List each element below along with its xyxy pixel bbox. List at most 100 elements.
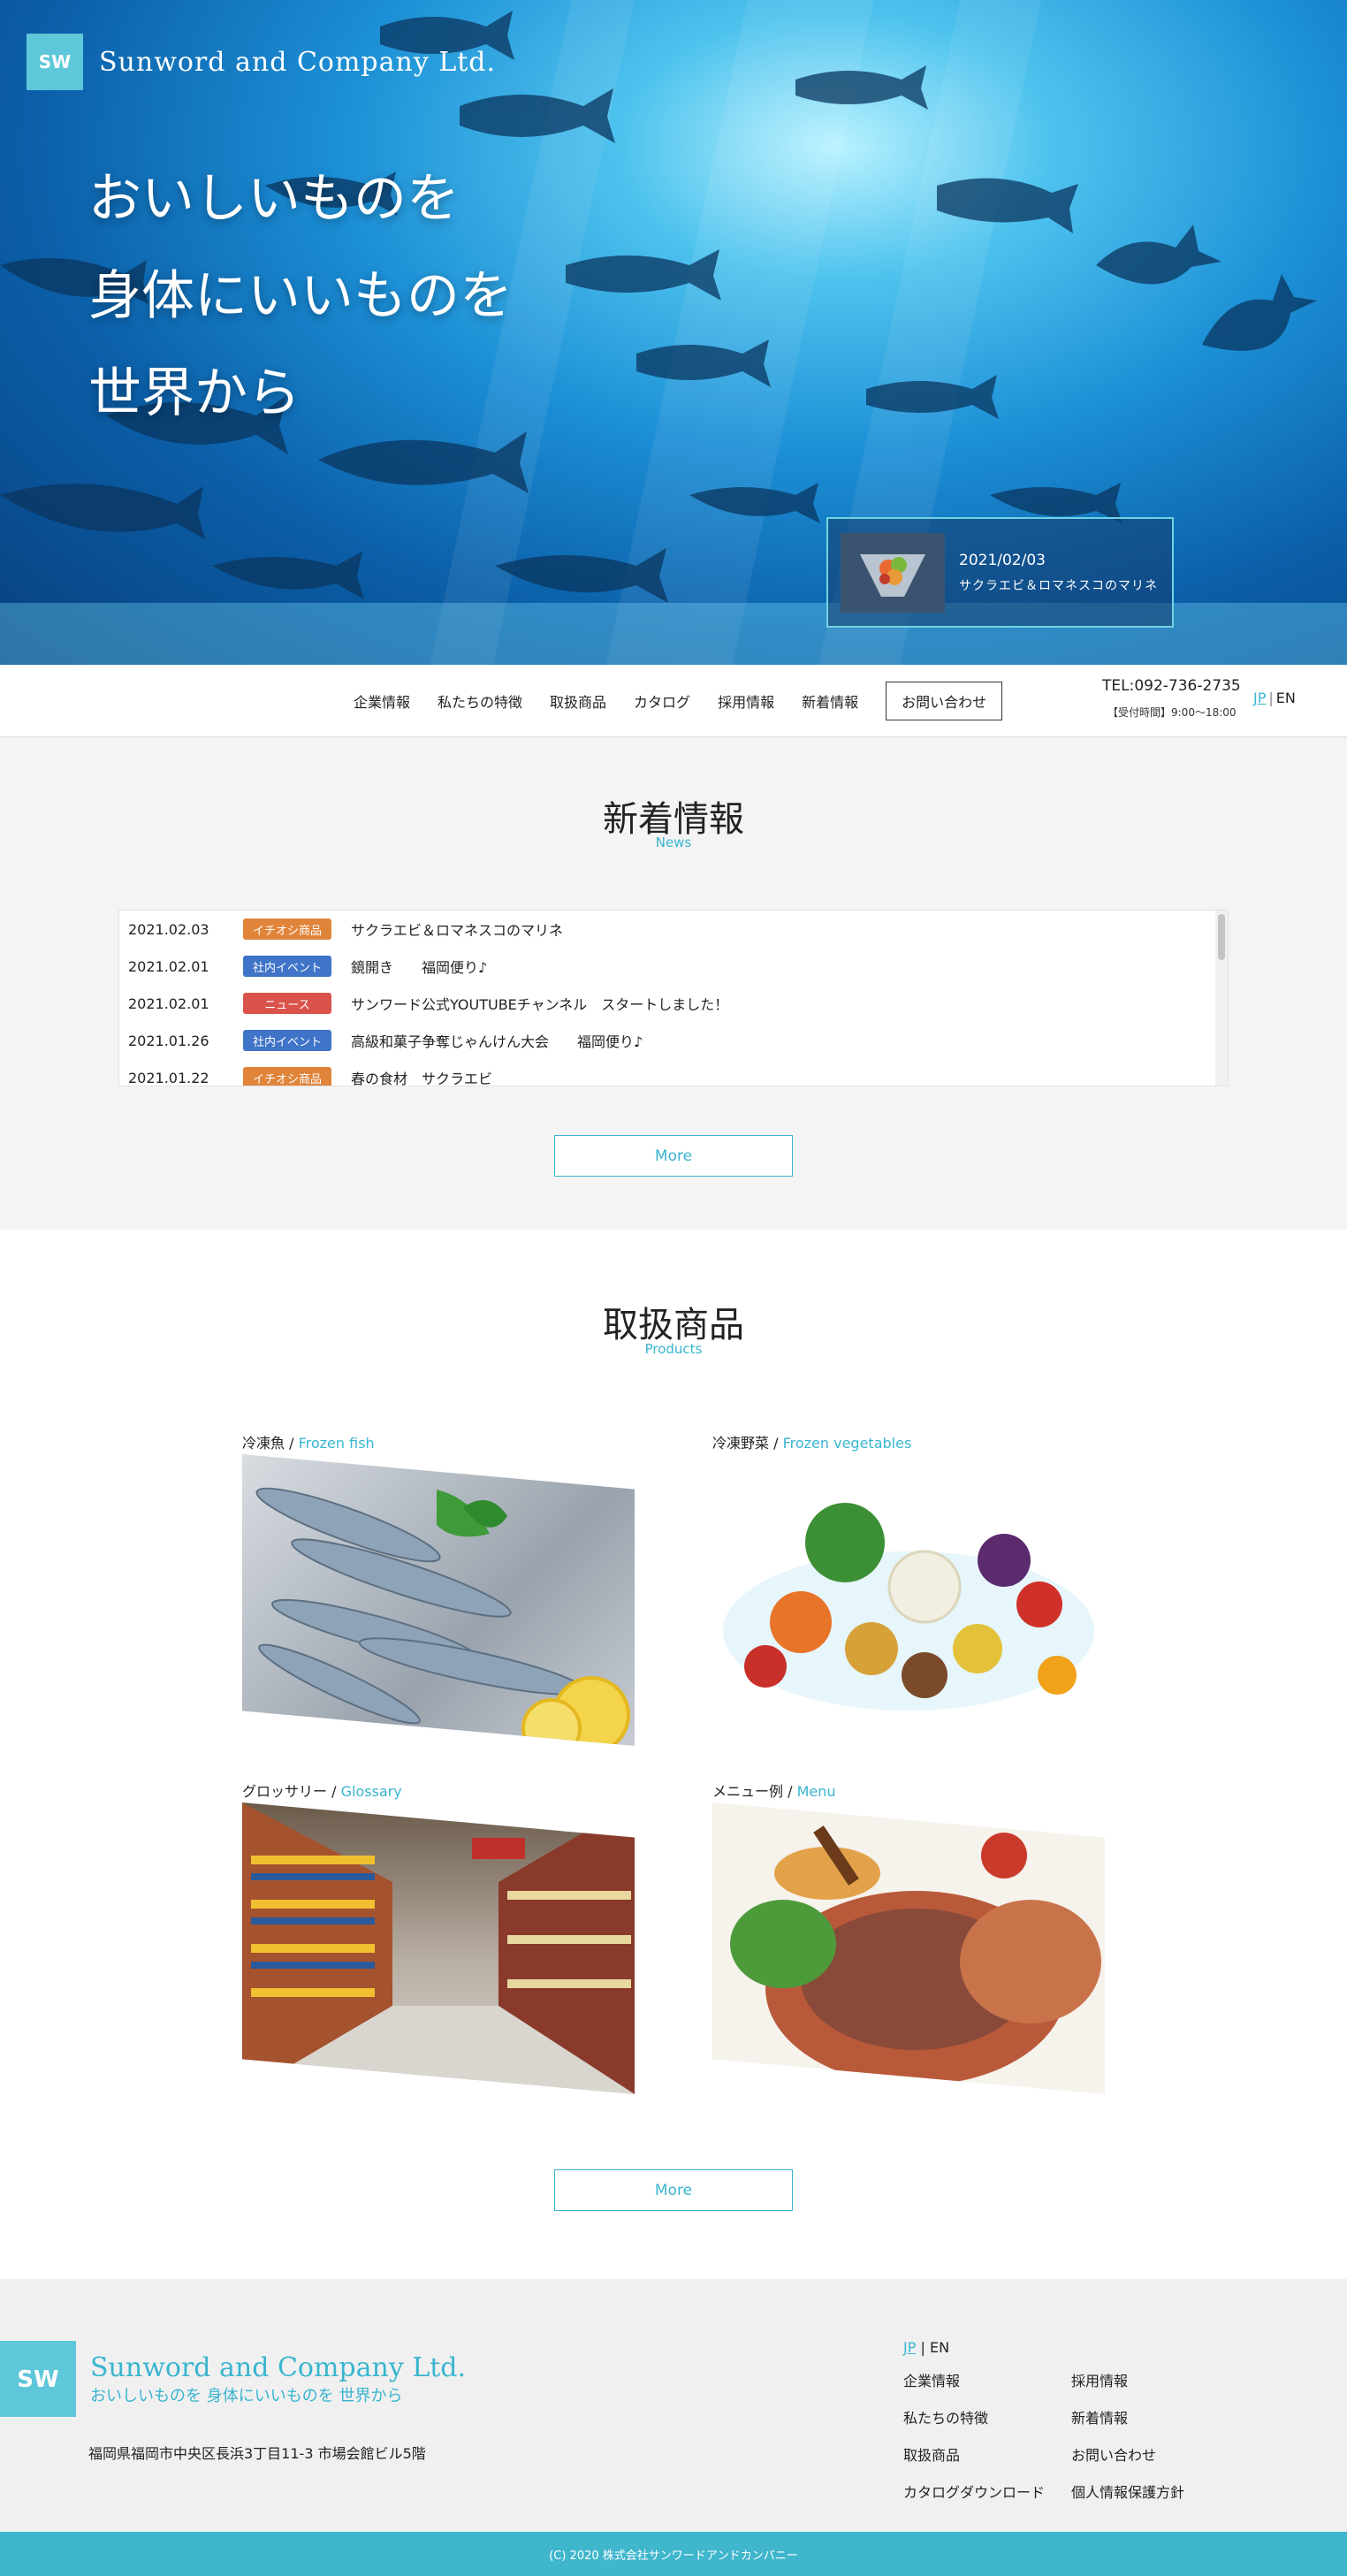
footer-link-catalog-download[interactable]: カタログダウンロード [903, 2481, 1071, 2502]
product-label: メニュー例 / Menu [712, 1780, 1105, 1802]
news-more-button[interactable]: More [554, 1135, 793, 1177]
frozen-fish-image [242, 1454, 635, 1746]
news-row[interactable]: 2021.01.22 イチオシ商品 春の食材 サクラエビ [119, 1059, 1228, 1086]
lang-separator: | [1268, 690, 1274, 706]
product-menu[interactable]: メニュー例 / Menu [712, 1780, 1105, 2094]
product-label: 冷凍魚 / Frozen fish [242, 1431, 635, 1454]
catch-line: 身体にいいものを [88, 265, 513, 327]
news-date: 2021.01.22 [128, 1069, 209, 1086]
footer-link-features[interactable]: 私たちの特徴 [903, 2406, 1071, 2427]
product-frozen-fish[interactable]: 冷凍魚 / Frozen fish [242, 1431, 635, 1746]
news-card-date: 2021/02/03 [959, 551, 1046, 569]
lang-jp-link[interactable]: JP [1253, 690, 1266, 706]
footer-language-switch: JP | EN [903, 2339, 949, 2356]
footer-logo[interactable]: SW Sunword and Company Ltd. おいしいものを 身体にい… [0, 2341, 466, 2417]
footer: SW Sunword and Company Ltd. おいしいものを 身体にい… [0, 2279, 1347, 2532]
product-name-en: Glossary [340, 1783, 402, 1800]
scrollbar-thumb[interactable] [1218, 914, 1225, 960]
news-card-info: 2021/02/03 サクラエビ＆ロマネスコのマリネ [959, 552, 1158, 594]
products-heading: 取扱商品 [603, 1305, 744, 1345]
label-slash: / [773, 1435, 779, 1452]
products-subheading: Products [644, 1341, 703, 1357]
footer-brand-text: Sunword and Company Ltd. おいしいものを 身体にいいもの… [76, 2352, 466, 2406]
label-slash: / [788, 1783, 793, 1800]
product-name-ja: 冷凍野菜 [712, 1435, 770, 1452]
product-label: グロッサリー / Glossary [242, 1780, 635, 1802]
nav-item-news[interactable]: 新着情報 [802, 690, 858, 712]
news-list: 2021.02.03 イチオシ商品 サクラエビ＆ロマネスコのマリネ 2021.0… [118, 910, 1229, 1086]
marinated-dish-image [860, 553, 925, 597]
news-date: 2021.02.01 [128, 957, 209, 975]
news-thumbnail [841, 532, 945, 613]
footer-lang-separator: | [920, 2339, 925, 2356]
sw-logo-icon: SW [39, 52, 71, 72]
category-badge: 社内イベント [243, 1030, 331, 1051]
phone-number[interactable]: TEL:092-736-2735 [1102, 677, 1241, 695]
products-section: 取扱商品 Products 冷凍魚 / Frozen fish 冷凍野菜 / F… [0, 1230, 1347, 2279]
nav-items: 企業情報 私たちの特徴 取扱商品 カタログ 採用情報 新着情報 お問い合わせ [354, 665, 1003, 737]
hero: SW Sunword and Company Ltd. おいしいものを 身体にい… [0, 0, 1347, 665]
nav-item-features[interactable]: 私たちの特徴 [438, 690, 522, 712]
footer-link-company[interactable]: 企業情報 [903, 2369, 1071, 2390]
news-title: 鏡開き 福岡便り♪ [351, 959, 488, 976]
footer-link-recruit[interactable]: 採用情報 [1071, 2369, 1204, 2390]
nav-item-recruit[interactable]: 採用情報 [718, 690, 774, 712]
product-name-en: Frozen vegetables [782, 1435, 912, 1452]
news-title: サンワード公式YOUTUBEチャンネル スタートしました！ [351, 996, 729, 1013]
product-name-ja: グロッサリー [242, 1783, 328, 1800]
product-name-ja: メニュー例 [712, 1783, 784, 1800]
product-name-en: Frozen fish [298, 1435, 375, 1452]
contact-button[interactable]: お問い合わせ [886, 682, 1003, 720]
category-badge: イチオシ商品 [243, 918, 331, 940]
footer-link-contact[interactable]: お問い合わせ [1071, 2443, 1204, 2465]
footer-lang-en-link[interactable]: EN [930, 2339, 949, 2356]
news-title: サクラエビ＆ロマネスコのマリネ [351, 922, 564, 939]
page: SW Sunword and Company Ltd. おいしいものを 身体にい… [0, 0, 1347, 2576]
news-date: 2021.02.03 [128, 920, 209, 938]
news-row[interactable]: 2021.02.03 イチオシ商品 サクラエビ＆ロマネスコのマリネ [119, 911, 1228, 948]
sw-logo-icon: SW [17, 2366, 58, 2392]
footer-link-products[interactable]: 取扱商品 [903, 2443, 1071, 2465]
news-subheading: News [655, 835, 692, 850]
lang-en-link[interactable]: EN [1276, 690, 1296, 706]
footer-address: 福岡県福岡市中央区長浜3丁目11-3 市場会館ビル5階 [88, 2445, 426, 2462]
product-name-ja: 冷凍魚 [242, 1435, 285, 1452]
product-frozen-vegetables[interactable]: 冷凍野菜 / Frozen vegetables [712, 1431, 1105, 1746]
product-name-en: Menu [796, 1783, 836, 1800]
svg-text:SW: SW [17, 2366, 58, 2392]
product-glossary[interactable]: グロッサリー / Glossary [242, 1780, 635, 2094]
news-date: 2021.01.26 [128, 1032, 209, 1049]
footer-lang-jp-link[interactable]: JP [903, 2339, 916, 2356]
footer-link-news[interactable]: 新着情報 [1071, 2406, 1204, 2427]
header-logo[interactable]: SW Sunword and Company Ltd. [27, 34, 496, 90]
hero-catchcopy: おいしいものを 身体にいいものを 世界から [88, 150, 513, 442]
nav-item-products[interactable]: 取扱商品 [550, 690, 606, 712]
category-badge: イチオシ商品 [243, 1067, 331, 1086]
copyright-bar: (C) 2020 株式会社サンワードアンドカンパニー [0, 2532, 1347, 2576]
news-row[interactable]: 2021.02.01 社内イベント 鏡開き 福岡便り♪ [119, 948, 1228, 985]
glossary-image [242, 1802, 635, 2094]
nav-item-company[interactable]: 企業情報 [354, 690, 410, 712]
language-switch: JP | EN [1253, 690, 1296, 706]
logo-mark: SW [27, 34, 83, 90]
footer-catchcopy: おいしいものを 身体にいいものを 世界から [90, 2386, 403, 2405]
svg-text:SW: SW [39, 52, 71, 72]
hero-news-card[interactable]: 2021/02/03 サクラエビ＆ロマネスコのマリネ [826, 517, 1174, 628]
company-name: Sunword and Company Ltd. [99, 46, 497, 78]
news-title: 高級和菓子争奪じゃんけん大会 福岡便り♪ [351, 1033, 643, 1050]
global-nav: 企業情報 私たちの特徴 取扱商品 カタログ 採用情報 新着情報 お問い合わせ T… [0, 665, 1347, 737]
catch-line: おいしいものを [88, 168, 460, 230]
news-row[interactable]: 2021.01.26 社内イベント 高級和菓子争奪じゃんけん大会 福岡便り♪ [119, 1022, 1228, 1059]
footer-link-privacy[interactable]: 個人情報保護方針 [1071, 2481, 1204, 2502]
news-row[interactable]: 2021.02.01 ニュース サンワード公式YOUTUBEチャンネル スタート… [119, 985, 1228, 1022]
frozen-vegetables-image [712, 1454, 1105, 1746]
footer-company-name: Sunword and Company Ltd. [90, 2351, 467, 2383]
news-scrollbar[interactable] [1215, 911, 1228, 1086]
label-slash: / [331, 1783, 337, 1800]
news-card-title: サクラエビ＆ロマネスコのマリネ [959, 578, 1158, 593]
nav-item-catalog[interactable]: カタログ [634, 690, 690, 712]
news-date: 2021.02.01 [128, 995, 209, 1012]
news-title: 春の食材 サクラエビ [351, 1071, 493, 1086]
products-more-button[interactable]: More [554, 2169, 793, 2211]
category-badge: ニュース [243, 993, 331, 1014]
